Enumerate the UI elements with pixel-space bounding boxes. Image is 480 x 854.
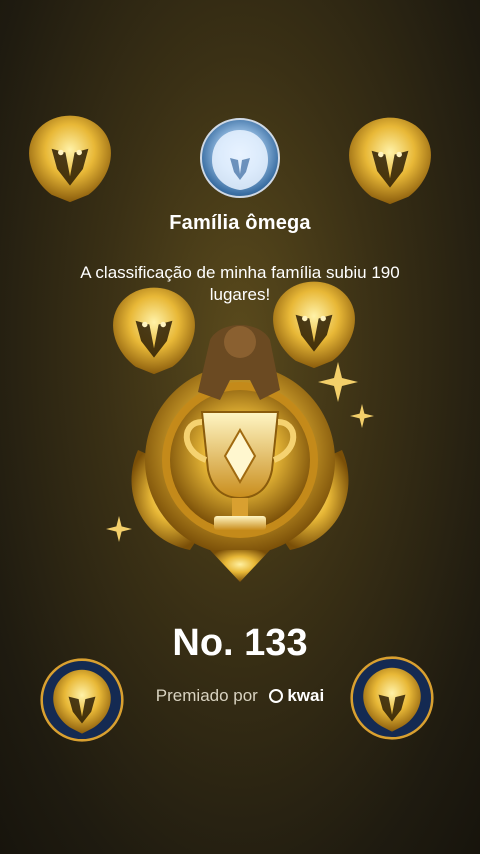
white-lion-icon	[212, 130, 268, 190]
trophy-icon	[131, 325, 349, 582]
lion-badge-icon	[40, 658, 124, 742]
sparkle-icon	[318, 362, 358, 402]
lion-badge-icon	[350, 656, 434, 740]
sparkle-icon	[350, 404, 374, 428]
lion-icon	[29, 115, 111, 203]
kwai-logo-icon	[268, 689, 283, 703]
awarded-by-label: Premiado por	[155, 686, 258, 705]
brand-name: kwai	[287, 686, 325, 705]
sparkle-icon	[106, 516, 132, 542]
family-name: Família ômega	[169, 212, 311, 234]
lion-icon	[349, 117, 431, 205]
family-avatar[interactable]	[200, 118, 280, 198]
